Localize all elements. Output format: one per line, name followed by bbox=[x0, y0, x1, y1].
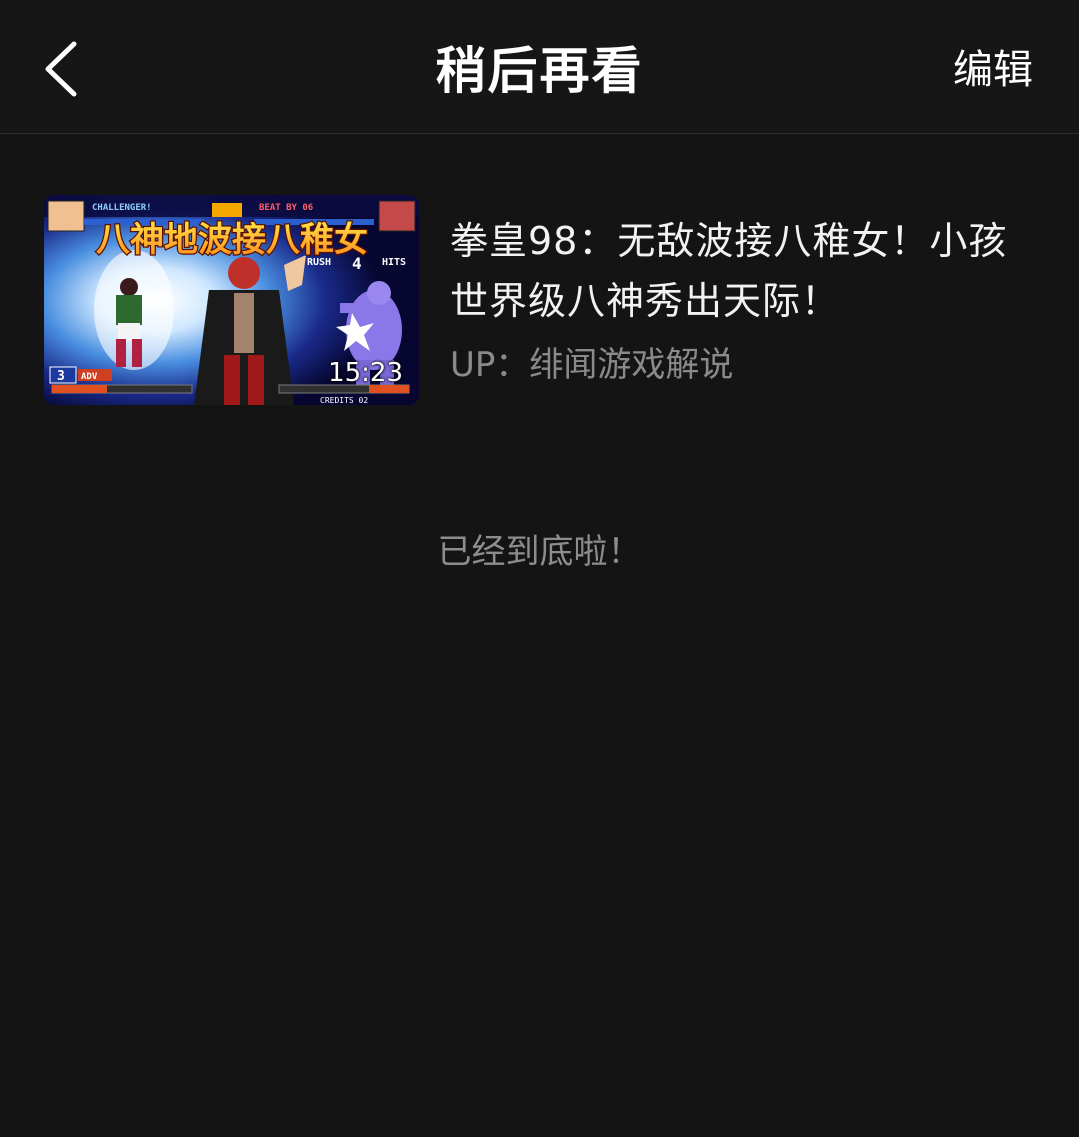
hud-credits-text: CREDITS 02 bbox=[320, 396, 368, 405]
player1-portrait bbox=[47, 200, 85, 232]
hud-stock-count: 3 bbox=[57, 369, 65, 384]
hud-adv-text: ADV bbox=[81, 372, 98, 382]
page-title: 稍后再看 bbox=[435, 42, 644, 100]
video-thumbnail[interactable]: CHALLENGER! BEAT BY 06 RUSH 4 HITS 3 ADV… bbox=[44, 195, 419, 405]
edit-button[interactable]: 编辑 bbox=[953, 42, 1033, 98]
hud-hits-text: HITS bbox=[382, 257, 406, 268]
video-title[interactable]: 拳皇98：无敌波接八稚女！小孩世界级八神秀出天际！ bbox=[450, 211, 1020, 331]
player1-power-fill bbox=[52, 385, 107, 393]
player2-portrait bbox=[378, 200, 416, 232]
end-of-list-text: 已经到底啦！ bbox=[437, 532, 642, 572]
hud-challenger-text: CHALLENGER! bbox=[92, 203, 152, 213]
watch-later-item[interactable]: CHALLENGER! BEAT BY 06 RUSH 4 HITS 3 ADV… bbox=[44, 195, 1034, 405]
thumbnail-caption: 八神地波接八稚女 bbox=[96, 220, 368, 260]
video-duration: 15:23 bbox=[328, 358, 403, 388]
hud-beat-by-text: BEAT BY 06 bbox=[259, 203, 313, 213]
top-bar: 稍后再看 编辑 bbox=[0, 0, 1079, 134]
video-uploader: UP：绯闻游戏解说 bbox=[450, 345, 734, 385]
hud-timer-block bbox=[212, 203, 242, 217]
